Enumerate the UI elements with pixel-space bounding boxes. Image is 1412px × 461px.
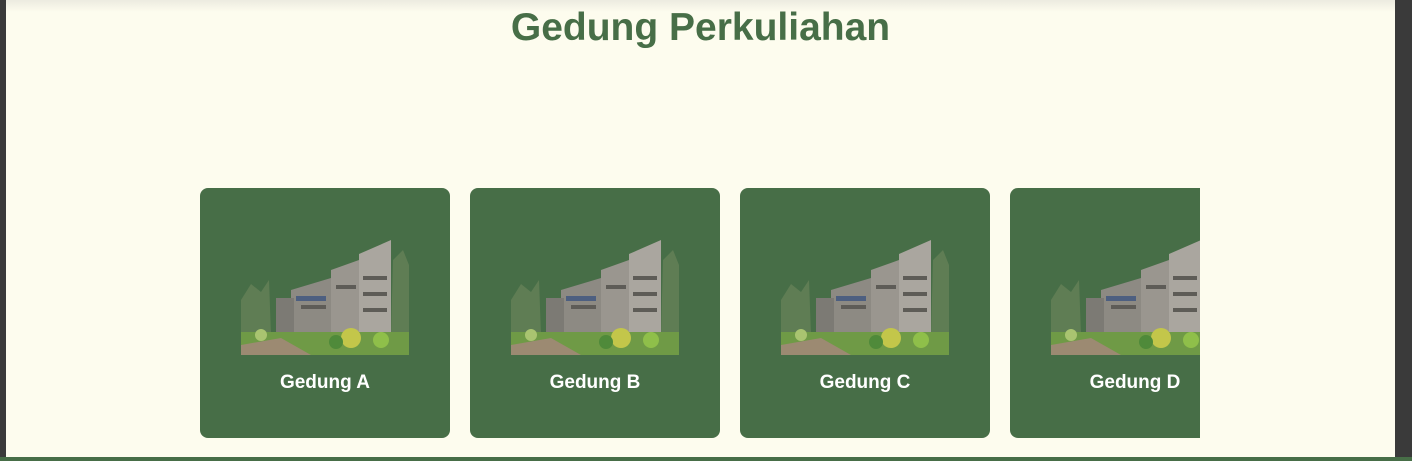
- card-label: Gedung B: [549, 372, 641, 393]
- page-title: Gedung Perkuliahan: [510, 6, 891, 49]
- card-label: Gedung C: [819, 372, 911, 393]
- window-edge: [1395, 0, 1412, 461]
- building-photo: [781, 240, 949, 355]
- building-card-a[interactable]: Gedung A: [200, 188, 450, 438]
- building-photo: [1051, 240, 1200, 355]
- page: Gedung Perkuliahan Gedung A Gedung B Ged…: [6, 0, 1395, 457]
- carousel-track: Gedung A Gedung B Gedung C Gedung D: [200, 188, 1200, 438]
- bottom-border: [0, 457, 1412, 461]
- building-card-d[interactable]: Gedung D: [1010, 188, 1200, 438]
- building-card-c[interactable]: Gedung C: [740, 188, 990, 438]
- building-photo: [241, 240, 409, 355]
- building-card-b[interactable]: Gedung B: [470, 188, 720, 438]
- building-carousel[interactable]: Gedung A Gedung B Gedung C Gedung D: [200, 188, 1200, 440]
- building-photo: [511, 240, 679, 355]
- card-label: Gedung A: [279, 372, 371, 393]
- card-label: Gedung D: [1089, 372, 1181, 393]
